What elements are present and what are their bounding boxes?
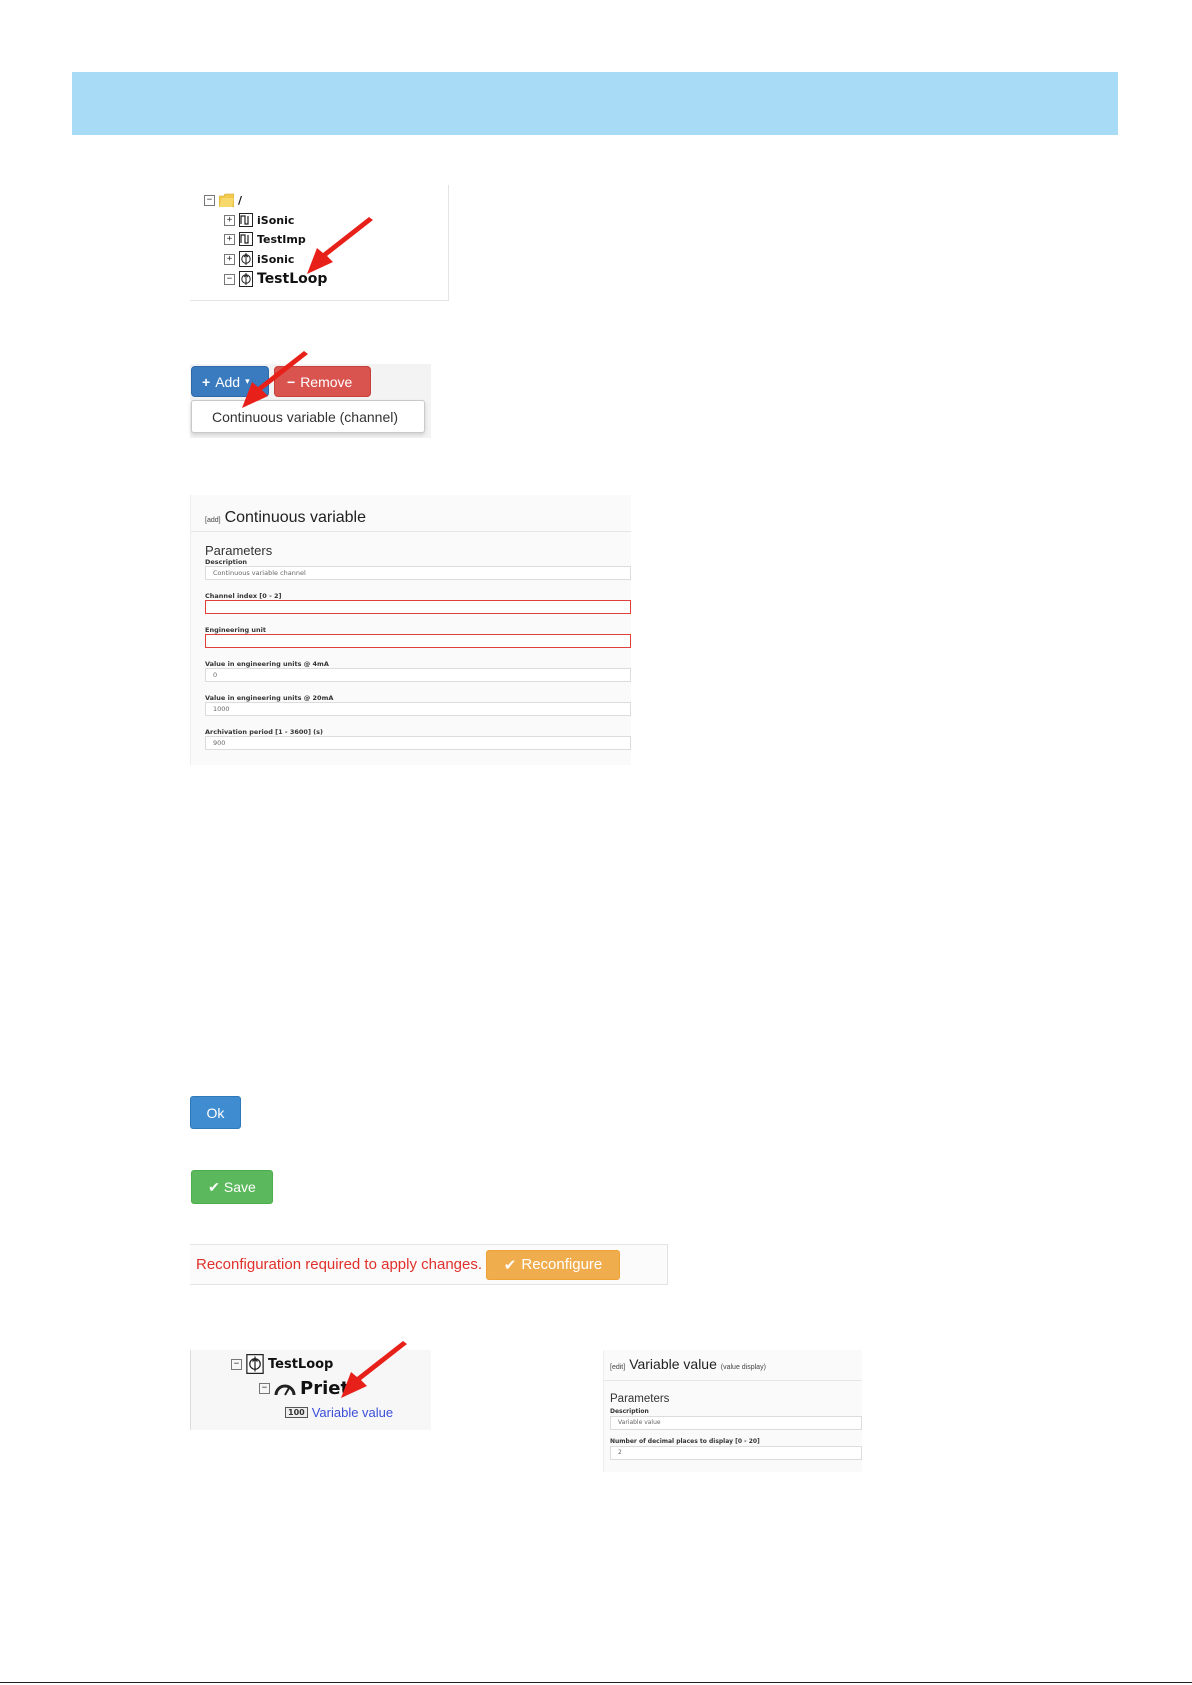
- red-arrow-icon: [307, 217, 373, 274]
- tree-item[interactable]: − Priet: [259, 1378, 349, 1399]
- expand-icon[interactable]: +: [224, 253, 235, 265]
- tree-leaf-link[interactable]: Variable value: [312, 1405, 393, 1420]
- toolbar-screenshot: + Add ▾ − Remove Continuous variable (ch…: [190, 351, 431, 438]
- tree-item-label: iSonic: [257, 252, 295, 266]
- reconfigure-button[interactable]: ✔ Reconfigure: [486, 1249, 621, 1280]
- expand-icon[interactable]: +: [224, 214, 235, 226]
- pulse-icon: [239, 232, 253, 246]
- field-label: Description: [610, 1408, 649, 1415]
- reconfigure-button-label: Reconfigure: [521, 1256, 603, 1273]
- section-heading: Parameters: [205, 543, 273, 558]
- decimal-places-input[interactable]: 2: [610, 1446, 862, 1460]
- tree-item-label: iSonic: [257, 213, 295, 227]
- form-title-text: Variable value: [629, 1356, 717, 1372]
- tree-item[interactable]: + iSonic: [224, 251, 294, 267]
- field-label: Channel index [0 - 2]: [205, 592, 282, 600]
- device-tree-screenshot: − / + iSonic + TestImp + iSonic − TestLo…: [190, 185, 449, 301]
- tree-item[interactable]: + iSonic: [224, 213, 294, 227]
- ok-button-label: Ok: [206, 1104, 225, 1121]
- pulse-icon: [239, 213, 253, 227]
- device-tree-screenshot: − TestLoop − Priet 100 Variable value: [190, 1341, 431, 1430]
- tree-item-label: TestLoop: [268, 1356, 334, 1372]
- archivation-period-input[interactable]: 900: [205, 736, 631, 750]
- save-button-label: Save: [223, 1179, 256, 1195]
- engineering-unit-input[interactable]: [205, 634, 631, 648]
- field-label: Archivation period [1 - 3600] (s): [205, 728, 323, 736]
- form-title: [edit] Variable value (value display): [610, 1356, 766, 1372]
- divider: [604, 1380, 862, 1381]
- description-input[interactable]: Continuous variable channel: [205, 566, 631, 580]
- channel-index-input[interactable]: [205, 600, 631, 614]
- folder-icon: [219, 193, 234, 207]
- form-mode-tag: [edit]: [610, 1364, 626, 1371]
- value-4ma-input[interactable]: 0: [205, 668, 631, 682]
- collapse-icon[interactable]: −: [231, 1358, 242, 1370]
- field-label: Description: [205, 558, 248, 566]
- field-label: Value in engineering units @ 4mA: [205, 660, 329, 668]
- value-20ma-input[interactable]: 1000: [205, 702, 631, 716]
- check-icon: ✔: [208, 1178, 220, 1195]
- current-loop-icon: [246, 1354, 264, 1374]
- tree-item-label: TestImp: [257, 232, 306, 246]
- form-mode-tag: [add]: [205, 517, 221, 524]
- tree-leaf[interactable]: 100 Variable value: [285, 1405, 393, 1420]
- description-input[interactable]: Variable value: [610, 1416, 862, 1430]
- add-variable-form: [add] Continuous variable Parameters Desc…: [190, 495, 631, 765]
- reconfigure-message: Reconfiguration required to apply change…: [196, 1256, 483, 1273]
- header-band: [72, 72, 1118, 135]
- field-label: Engineering unit: [205, 626, 266, 634]
- red-arrow-icon: [341, 1341, 407, 1398]
- tree-root-label: /: [238, 193, 243, 207]
- tree-root-row[interactable]: − /: [204, 193, 242, 207]
- current-loop-icon: [239, 251, 253, 267]
- field-label: Number of decimal places to display [0 -…: [610, 1438, 760, 1445]
- expand-icon[interactable]: +: [224, 233, 235, 245]
- collapse-icon[interactable]: −: [224, 273, 235, 285]
- check-icon: ✔: [503, 1256, 517, 1274]
- red-arrow-icon: [242, 351, 308, 408]
- save-button[interactable]: ✔ Save: [191, 1170, 273, 1204]
- ok-button[interactable]: Ok: [190, 1096, 241, 1129]
- current-loop-icon: [239, 271, 253, 287]
- collapse-icon[interactable]: −: [259, 1383, 270, 1394]
- edit-variable-form: [edit] Variable value (value display) Par…: [603, 1350, 862, 1472]
- plus-icon: +: [202, 373, 211, 390]
- form-subtitle: (value display): [720, 1364, 766, 1371]
- gauge-icon: [274, 1384, 296, 1395]
- divider: [191, 531, 631, 532]
- add-button-label: Add: [215, 373, 241, 390]
- field-label: Value in engineering units @ 20mA: [205, 694, 334, 702]
- form-title: [add] Continuous variable: [205, 509, 366, 527]
- footer-rule: [0, 1682, 1192, 1683]
- form-title-text: Continuous variable: [224, 509, 366, 526]
- tree-item[interactable]: + TestImp: [224, 232, 306, 246]
- value-display-icon: 100: [285, 1407, 308, 1418]
- reconfigure-bar: Reconfiguration required to apply change…: [190, 1244, 668, 1285]
- tree-item[interactable]: − TestLoop: [231, 1354, 333, 1374]
- section-heading: Parameters: [610, 1393, 670, 1405]
- collapse-icon[interactable]: −: [204, 194, 215, 206]
